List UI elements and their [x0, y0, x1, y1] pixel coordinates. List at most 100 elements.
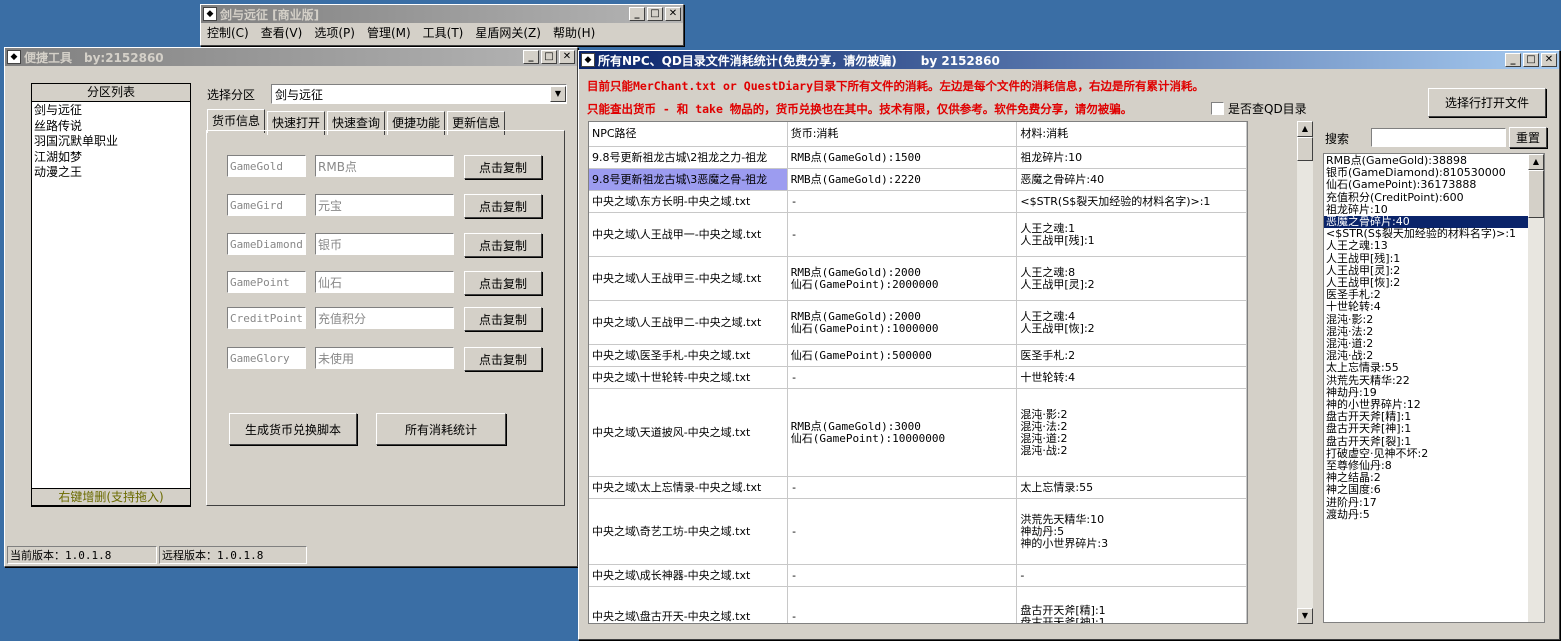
- cell-path[interactable]: 中央之域\盘古开天-中央之域.txt: [589, 587, 788, 623]
- menu-control[interactable]: 控制(C): [201, 24, 255, 41]
- table-row[interactable]: 中央之域\盘古开天-中央之域.txt - 盘古开天斧[精]:1 盘古开天斧[神]:1: [589, 587, 1247, 623]
- open-file-button[interactable]: 选择行打开文件: [1428, 88, 1546, 117]
- tool-window-titlebar[interactable]: ◆ 便捷工具 by:2152860 _ □ ✕: [5, 48, 577, 66]
- currency-code-field[interactable]: GameGlory: [227, 347, 306, 369]
- partition-item[interactable]: 江湖如梦: [32, 150, 190, 166]
- partition-item[interactable]: 剑与远征: [32, 103, 190, 119]
- cell-currency[interactable]: -: [788, 587, 1018, 623]
- reset-button[interactable]: 重置: [1509, 127, 1547, 148]
- scroll-up-icon[interactable]: ▲: [1528, 154, 1544, 170]
- main-window-titlebar[interactable]: ◆ 剑与远征 [商业版] _ □ ✕: [201, 5, 683, 23]
- search-input[interactable]: [1371, 128, 1506, 147]
- cell-currency[interactable]: -: [788, 477, 1018, 498]
- totals-list-item[interactable]: 神之国度:6: [1324, 484, 1529, 496]
- cell-path[interactable]: 中央之域\人王战甲三-中央之域.txt: [589, 257, 788, 300]
- scroll-thumb[interactable]: [1297, 137, 1313, 161]
- cell-path[interactable]: 中央之域\天道披风-中央之域.txt: [589, 389, 788, 476]
- grid-scrollbar[interactable]: ▲ ▼: [1297, 121, 1313, 624]
- totals-list-item[interactable]: 渡劫丹:5: [1324, 508, 1529, 521]
- cell-path[interactable]: 中央之域\十世轮转-中央之域.txt: [589, 367, 788, 388]
- cell-currency[interactable]: -: [788, 499, 1018, 564]
- cell-material[interactable]: 混沌·影:2 混沌·法:2 混沌·道:2 混沌·战:2: [1017, 389, 1247, 476]
- cell-material[interactable]: -: [1017, 565, 1247, 586]
- cell-path[interactable]: 中央之域\成长神器-中央之域.txt: [589, 565, 788, 586]
- close-icon[interactable]: ✕: [665, 7, 681, 21]
- partition-item[interactable]: 丝路传说: [32, 119, 190, 135]
- menu-options[interactable]: 选项(P): [308, 24, 361, 41]
- currency-code-field[interactable]: GameGird: [227, 194, 306, 216]
- copy-button[interactable]: 点击复制: [464, 194, 542, 218]
- table-row[interactable]: 中央之域\天道披风-中央之域.txt RMB点(GameGold):3000 仙石…: [589, 389, 1247, 477]
- cell-currency[interactable]: RMB点(GameGold):2000 仙石(GamePoint):200000…: [788, 257, 1018, 300]
- menu-manage[interactable]: 管理(M): [361, 24, 417, 41]
- totals-list-item[interactable]: 充值积分(CreditPoint):600: [1324, 191, 1529, 204]
- totals-list-item[interactable]: 太上忘情录:55: [1324, 362, 1529, 374]
- currency-name-field[interactable]: 未使用: [315, 347, 454, 369]
- cell-path[interactable]: 中央之域\人王战甲二-中央之域.txt: [589, 301, 788, 344]
- chevron-down-icon[interactable]: ▼: [550, 86, 566, 102]
- table-row[interactable]: 中央之域\奇艺工坊-中央之域.txt - 洪荒先天精华:10 神劫丹:5 神的小世界…: [589, 499, 1247, 565]
- cell-material[interactable]: 太上忘情录:55: [1017, 477, 1247, 498]
- copy-button[interactable]: 点击复制: [464, 347, 542, 371]
- totals-list-item[interactable]: 人王战甲[残]:1: [1324, 252, 1529, 265]
- scroll-up-icon[interactable]: ▲: [1297, 121, 1313, 137]
- cell-path[interactable]: 9.8号更新祖龙古城\3恶魔之骨-祖龙: [589, 169, 788, 190]
- copy-button[interactable]: 点击复制: [464, 155, 542, 179]
- cell-material[interactable]: 祖龙碎片:10: [1017, 147, 1247, 168]
- scroll-down-icon[interactable]: ▼: [1297, 608, 1313, 624]
- table-row[interactable]: 中央之域\人王战甲三-中央之域.txt RMB点(GameGold):2000 仙…: [589, 257, 1247, 301]
- totals-list-item[interactable]: 盘古开天斧[神]:1: [1324, 423, 1529, 435]
- all-stats-button[interactable]: 所有消耗统计: [376, 413, 506, 445]
- cell-currency[interactable]: 仙石(GamePoint):500000: [788, 345, 1018, 366]
- scroll-thumb[interactable]: [1528, 170, 1544, 218]
- table-row[interactable]: 中央之域\太上忘情录-中央之域.txt - 太上忘情录:55: [589, 477, 1247, 499]
- cell-currency[interactable]: RMB点(GameGold):2000 仙石(GamePoint):100000…: [788, 301, 1018, 344]
- cell-path[interactable]: 中央之域\奇艺工坊-中央之域.txt: [589, 499, 788, 564]
- table-row[interactable]: 中央之域\人王战甲二-中央之域.txt RMB点(GameGold):2000 仙…: [589, 301, 1247, 345]
- cell-path[interactable]: 中央之域\东方长明-中央之域.txt: [589, 191, 788, 212]
- cell-material[interactable]: 人王之魂:8 人王战甲[灵]:2: [1017, 257, 1247, 300]
- minimize-icon[interactable]: _: [1505, 53, 1521, 67]
- maximize-icon[interactable]: □: [647, 7, 663, 21]
- table-row[interactable]: 中央之域\医圣手札-中央之域.txt 仙石(GamePoint):500000 医圣…: [589, 345, 1247, 367]
- table-row[interactable]: 中央之域\人王战甲一-中央之域.txt - 人王之魂:1 人王战甲[残]:1: [589, 213, 1247, 257]
- currency-name-field[interactable]: 元宝: [315, 194, 454, 216]
- table-row[interactable]: 9.8号更新祖龙古城\2祖龙之力-祖龙 RMB点(GameGold):1500 祖龙…: [589, 147, 1247, 169]
- cell-material[interactable]: 洪荒先天精华:10 神劫丹:5 神的小世界碎片:3: [1017, 499, 1247, 564]
- currency-code-field[interactable]: GameDiamond: [227, 233, 306, 255]
- cell-currency[interactable]: -: [788, 565, 1018, 586]
- totals-scrollbar[interactable]: ▲: [1528, 154, 1544, 622]
- copy-button[interactable]: 点击复制: [464, 271, 542, 295]
- cell-material[interactable]: 恶魔之骨碎片:40: [1017, 169, 1247, 190]
- stats-window-titlebar[interactable]: ◆ 所有NPC、QD目录文件消耗统计(免费分享，请勿被骗) by 2152860…: [579, 51, 1559, 69]
- cell-material[interactable]: <$STR(S$裂天加经验的材料名字)>:1: [1017, 191, 1247, 212]
- currency-code-field[interactable]: GamePoint: [227, 271, 306, 293]
- currency-code-field[interactable]: GameGold: [227, 155, 306, 177]
- qd-checkbox[interactable]: 是否查QD目录: [1211, 100, 1307, 117]
- cell-currency[interactable]: RMB点(GameGold):3000 仙石(GamePoint):100000…: [788, 389, 1018, 476]
- partition-item[interactable]: 动漫之王: [32, 165, 190, 181]
- cell-material[interactable]: 十世轮转:4: [1017, 367, 1247, 388]
- column-header-material[interactable]: 材料:消耗: [1017, 122, 1247, 146]
- maximize-icon[interactable]: □: [1523, 53, 1539, 67]
- cell-path[interactable]: 中央之域\医圣手札-中央之域.txt: [589, 345, 788, 366]
- menu-view[interactable]: 查看(V): [255, 24, 309, 41]
- currency-code-field[interactable]: CreditPoint: [227, 307, 306, 329]
- copy-button[interactable]: 点击复制: [464, 307, 542, 331]
- menu-tools[interactable]: 工具(T): [417, 24, 470, 41]
- partition-item[interactable]: 羽国沉默单职业: [32, 134, 190, 150]
- cell-currency[interactable]: -: [788, 367, 1018, 388]
- partition-select[interactable]: 剑与远征 ▼: [271, 84, 567, 104]
- cell-material[interactable]: 医圣手札:2: [1017, 345, 1247, 366]
- cell-path[interactable]: 中央之域\太上忘情录-中央之域.txt: [589, 477, 788, 498]
- totals-list-item[interactable]: 混沌·影:2: [1324, 313, 1529, 326]
- close-icon[interactable]: ✕: [1541, 53, 1557, 67]
- generate-script-button[interactable]: 生成货币兑换脚本: [229, 413, 357, 445]
- copy-button[interactable]: 点击复制: [464, 233, 542, 257]
- column-header-currency[interactable]: 货币:消耗: [787, 122, 1018, 146]
- menu-gateway[interactable]: 星盾网关(Z): [469, 24, 547, 41]
- cell-currency[interactable]: -: [788, 191, 1018, 212]
- currency-name-field[interactable]: 充值积分: [315, 307, 454, 329]
- checkbox-box[interactable]: [1211, 102, 1224, 115]
- currency-name-field[interactable]: 仙石: [315, 271, 454, 293]
